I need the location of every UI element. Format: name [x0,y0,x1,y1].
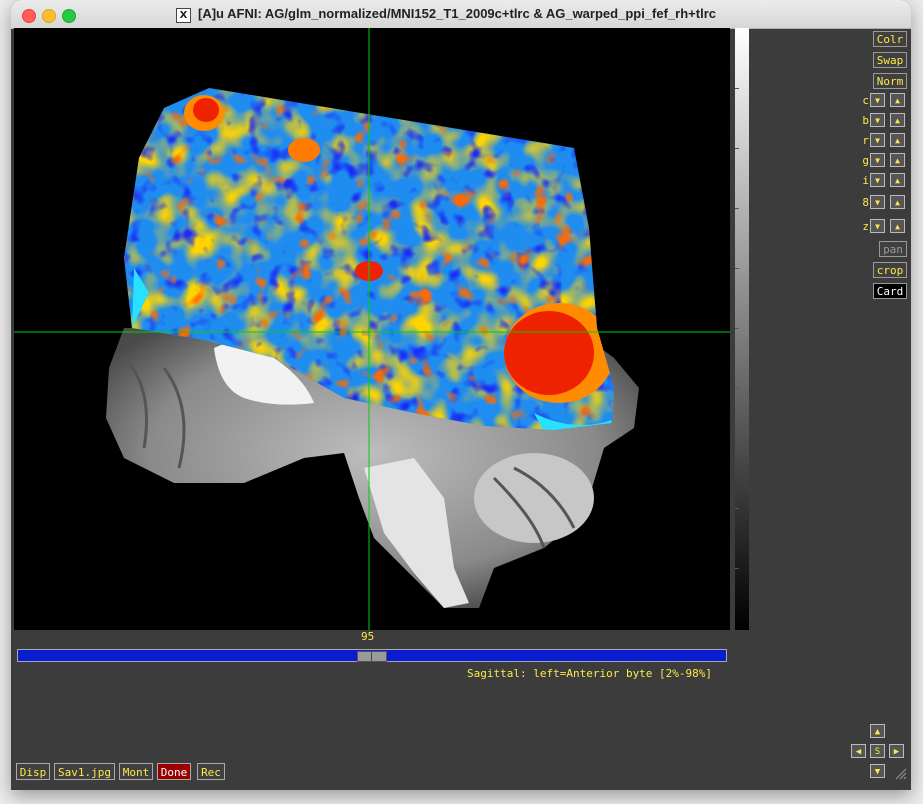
pan-up-arrow-icon[interactable]: ▲ [870,724,885,738]
record-button[interactable]: Rec [197,763,225,780]
minimize-window-button[interactable] [42,9,56,23]
colorbar-tick [735,388,739,389]
image-fraction-up-arrow-icon[interactable]: ▲ [890,173,905,187]
pan-center-button[interactable]: S [870,744,885,758]
colorbar-tick [735,148,739,149]
contrast-down-arrow-icon[interactable]: ▼ [870,93,885,107]
colorbar-tick [735,328,739,329]
functional-overlay [124,88,614,430]
zoom-label: z [862,220,869,233]
brain-overlay-image [14,28,730,630]
montage-button[interactable]: Mont [119,763,153,780]
colorbar-tick [735,568,739,569]
intensity-colorbar [735,28,749,630]
gamma-down-arrow-icon[interactable]: ▼ [870,153,885,167]
slice-number: 95 [361,630,375,643]
done-button[interactable]: Done [157,763,191,780]
colorbar-tick [735,508,739,509]
afni-image-viewer-window: X [A]u AFNI: AG/glm_normalized/MNI152_T1… [11,0,911,790]
disp-button[interactable]: Disp [16,763,50,780]
rotate-up-arrow-icon[interactable]: ▲ [890,133,905,147]
rotate-label: r [862,134,869,147]
pan-right-arrow-icon[interactable]: ▶ [889,744,904,758]
contrast-up-arrow-icon[interactable]: ▲ [890,93,905,107]
image-fraction-label: i [862,174,869,187]
byte-label: 8 [862,196,869,209]
save-button[interactable]: Sav1.jpg [54,763,115,780]
byte-up-arrow-icon[interactable]: ▲ [890,195,905,209]
brightness-label: b [862,114,869,127]
brightness-up-arrow-icon[interactable]: ▲ [890,113,905,127]
norm-button[interactable]: Norm [873,73,907,89]
crop-button[interactable]: crop [873,262,907,278]
image-fraction-down-arrow-icon[interactable]: ▼ [870,173,885,187]
zoom-window-button[interactable] [62,9,76,23]
byte-down-arrow-icon[interactable]: ▼ [870,195,885,209]
colorbar-tick [735,268,739,269]
window-title: [A]u AFNI: AG/glm_normalized/MNI152_T1_2… [198,6,716,21]
card-button[interactable]: Card [873,283,907,299]
title-bar: X [A]u AFNI: AG/glm_normalized/MNI152_T1… [11,0,911,29]
resize-grip-icon[interactable] [895,768,907,780]
colr-button[interactable]: Colr [873,31,907,47]
slice-slider-thumb[interactable] [357,651,387,662]
close-window-button[interactable] [22,9,36,23]
pan-left-arrow-icon[interactable]: ◀ [851,744,866,758]
orientation-status-text: Sagittal: left=Anterior byte [2%-98%] [467,667,713,680]
sagittal-image-canvas[interactable] [14,28,730,630]
pan-button[interactable]: pan [879,241,907,257]
zoom-down-arrow-icon[interactable]: ▼ [870,219,885,233]
colorbar-tick [735,208,739,209]
brightness-down-arrow-icon[interactable]: ▼ [870,113,885,127]
slice-slider[interactable] [17,649,727,662]
colorbar-tick [735,88,739,89]
rotate-down-arrow-icon[interactable]: ▼ [870,133,885,147]
x11-icon: X [176,8,191,23]
colorbar-tick [735,448,739,449]
gamma-label: g [862,154,869,167]
zoom-up-arrow-icon[interactable]: ▲ [890,219,905,233]
swap-button[interactable]: Swap [873,52,907,68]
pan-down-arrow-icon[interactable]: ▼ [870,764,885,778]
contrast-label: c [862,94,869,107]
gamma-up-arrow-icon[interactable]: ▲ [890,153,905,167]
